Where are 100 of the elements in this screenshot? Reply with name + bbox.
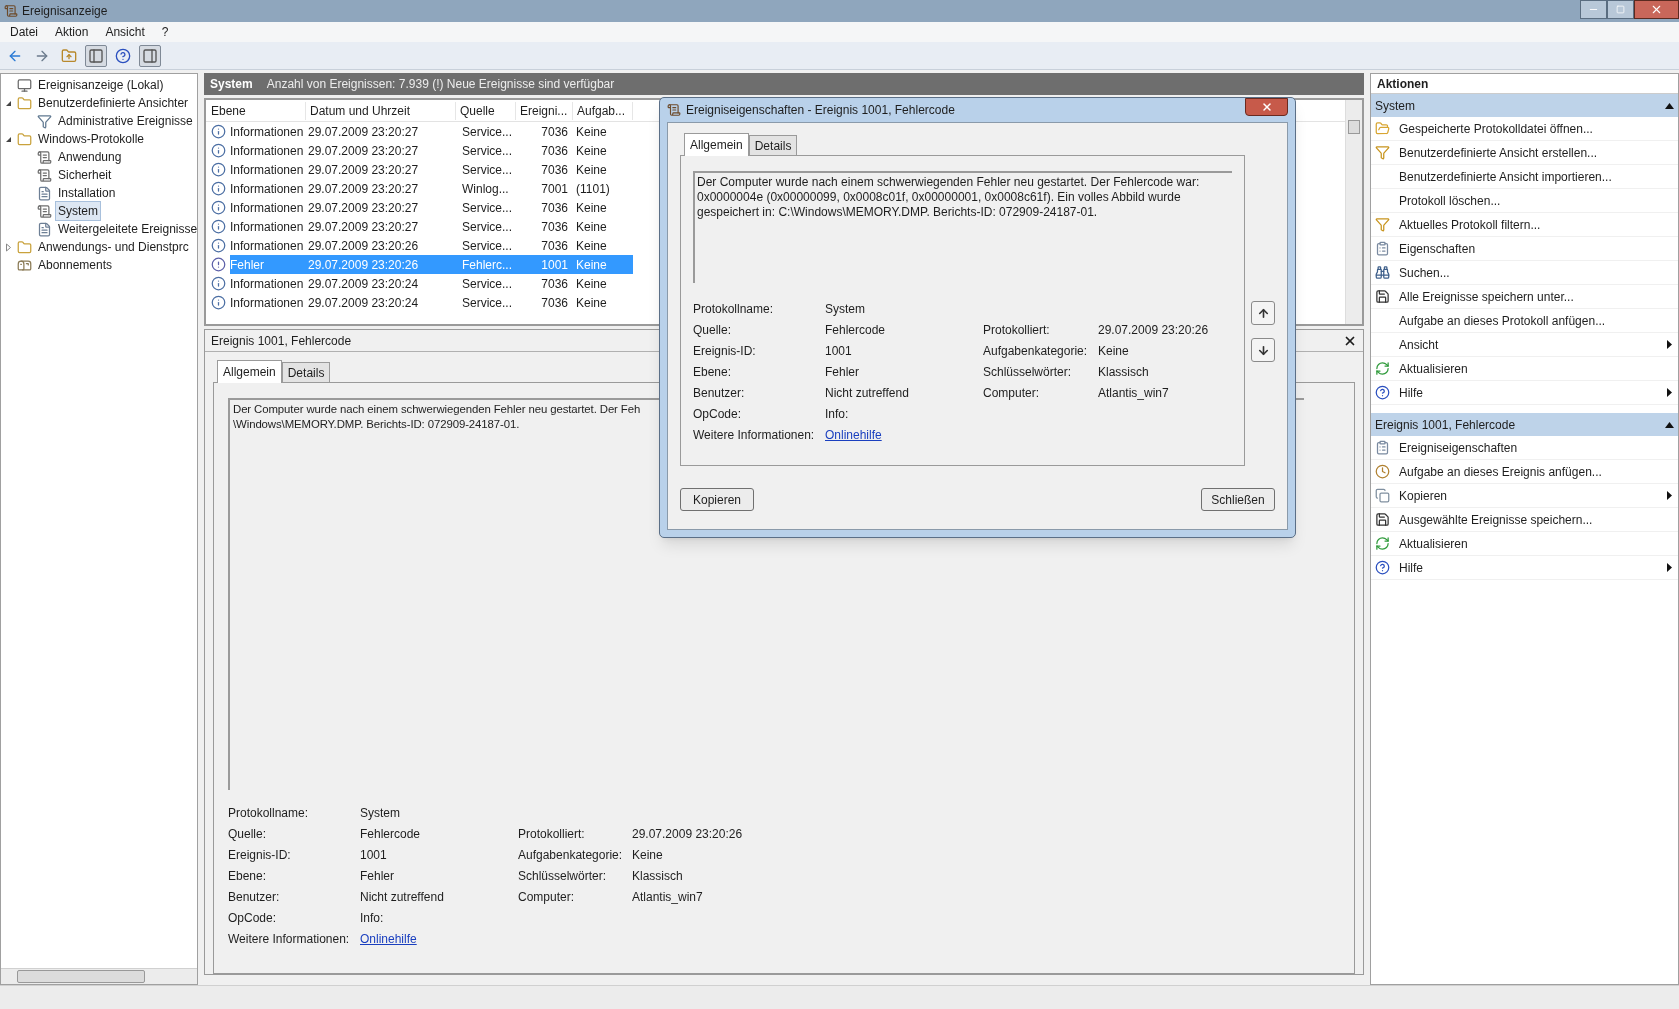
- app-icon: [667, 103, 681, 117]
- expand-icon[interactable]: [4, 242, 13, 252]
- section-header[interactable]: Ereignis 1001, Fehlercode: [1371, 413, 1678, 436]
- field-label: Protokollname:: [228, 804, 310, 822]
- table-row[interactable]: Informationen 29.07.2009 23:20:24 Service... 7036 Keine: [230, 274, 633, 293]
- column-header[interactable]: Ebene: [206, 101, 306, 120]
- tree-item[interactable]: Abonnements: [35, 255, 116, 275]
- folder-icon: [17, 95, 32, 111]
- tree-item[interactable]: Windows-Protokolle: [35, 129, 148, 149]
- action-item[interactable]: Ansicht: [1399, 335, 1667, 354]
- field-value: Nicht zutreffend: [825, 384, 910, 402]
- field-value: Fehlercode: [360, 825, 422, 843]
- table-cell-text: 7036: [540, 294, 568, 312]
- table-row[interactable]: Informationen 29.07.2009 23:20:27 Service... 7036 Keine: [230, 198, 633, 217]
- action-item[interactable]: Aktualisieren: [1399, 359, 1672, 378]
- field-value: Info:: [825, 405, 850, 423]
- table-cell-text: Service...: [461, 294, 513, 312]
- toolbar-button[interactable]: [139, 44, 161, 67]
- field-value: 29.07.2009 23:20:26: [1098, 321, 1209, 339]
- restore-button[interactable]: [1607, 0, 1634, 19]
- action-item[interactable]: Aufgabe an dieses Protokoll anfügen...: [1399, 311, 1672, 330]
- table-row[interactable]: Informationen 29.07.2009 23:20:27 Service... 7036 Keine: [230, 160, 633, 179]
- action-item[interactable]: Ereigniseigenschaften: [1399, 438, 1672, 457]
- action-item[interactable]: Suchen...: [1399, 263, 1672, 282]
- close-icon: [1650, 3, 1663, 16]
- table-row[interactable]: Informationen 29.07.2009 23:20:27 Service... 7036 Keine: [230, 141, 633, 160]
- properties-icon: [1375, 440, 1390, 455]
- action-item[interactable]: Ausgewählte Ereignisse speichern...: [1399, 510, 1672, 529]
- column-header[interactable]: Aufgab...: [573, 101, 633, 120]
- tree-item[interactable]: Benutzerdefinierte Ansichter: [35, 93, 192, 113]
- section-header[interactable]: System: [1371, 94, 1678, 117]
- table-row[interactable]: Informationen 29.07.2009 23:20:27 Winlog... 7001 (1101): [230, 179, 633, 198]
- minimize-button[interactable]: [1580, 0, 1607, 19]
- tree-item[interactable]: Anwendung: [55, 147, 125, 167]
- tab[interactable]: Details: [281, 362, 331, 382]
- scroll-thumb[interactable]: [17, 970, 145, 983]
- action-item[interactable]: Kopieren: [1399, 486, 1667, 505]
- table-row[interactable]: Informationen 29.07.2009 23:20:27 Service... 7036 Keine: [230, 122, 633, 141]
- tree-item[interactable]: Installation: [55, 183, 119, 203]
- menu-item[interactable]: Aktion: [55, 23, 89, 41]
- action-item[interactable]: Aktuelles Protokoll filtern...: [1399, 215, 1672, 234]
- dialog-title: Ereigniseigenschaften - Ereignis 1001, Fehlercode: [686, 102, 955, 119]
- funnel-icon: [1375, 217, 1390, 232]
- action-item[interactable]: Alle Ereignisse speichern unter...: [1399, 287, 1672, 306]
- tree-item[interactable]: Ereignisanzeige (Lokal): [35, 75, 167, 95]
- table-row[interactable]: Informationen 29.07.2009 23:20:26 Service... 7036 Keine: [230, 236, 633, 255]
- table-cell-text: Service...: [461, 199, 513, 217]
- tree-item[interactable]: Sicherheit: [55, 165, 115, 185]
- tree-item[interactable]: Administrative Ereignisse: [55, 111, 196, 131]
- field-label: OpCode:: [693, 405, 743, 423]
- next-button[interactable]: [1251, 338, 1275, 362]
- computer-icon: [17, 77, 32, 93]
- table-cell-text: (1101): [575, 180, 611, 198]
- tree-item[interactable]: Anwendungs- und Dienstprc: [35, 237, 192, 257]
- copy-button[interactable]: Kopieren: [680, 488, 754, 511]
- close-button[interactable]: [1245, 98, 1288, 116]
- scroll-thumb[interactable]: [1348, 120, 1360, 134]
- field-value: Info:: [360, 909, 385, 927]
- table-cell-text: Informationen: [230, 161, 305, 179]
- menu-item[interactable]: Datei: [10, 23, 38, 41]
- field-label: Aufgabenkategorie:: [518, 846, 624, 864]
- vertical-scrollbar[interactable]: [1345, 100, 1362, 324]
- tab[interactable]: Allgemein: [217, 360, 282, 383]
- action-item[interactable]: Gespeicherte Protokolldatei öffnen...: [1399, 119, 1672, 138]
- action-item[interactable]: Eigenschaften: [1399, 239, 1672, 258]
- tab[interactable]: Allgemein: [684, 133, 749, 156]
- action-item[interactable]: Aufgabe an dieses Ereignis anfügen...: [1399, 462, 1672, 481]
- table-row[interactable]: Informationen 29.07.2009 23:20:27 Service... 7036 Keine: [230, 217, 633, 236]
- help-link[interactable]: Onlinehilfe: [360, 929, 417, 948]
- save-icon: [1375, 289, 1390, 304]
- table-row[interactable]: Informationen 29.07.2009 23:20:24 Service... 7036 Keine: [230, 293, 633, 312]
- menu-item[interactable]: ?: [161, 23, 169, 41]
- action-item[interactable]: Protokoll löschen...: [1399, 191, 1672, 210]
- table-cell-text: 1001: [540, 256, 568, 274]
- tree-item[interactable]: Weitergeleitete Ereignisse: [55, 219, 197, 239]
- info-icon: [210, 162, 226, 177]
- toolbar-button[interactable]: [85, 44, 107, 67]
- column-header[interactable]: Ereigni...: [516, 101, 573, 120]
- help-link[interactable]: Onlinehilfe: [825, 425, 882, 444]
- action-item[interactable]: Hilfe: [1399, 558, 1667, 577]
- action-item[interactable]: Aktualisieren: [1399, 534, 1672, 553]
- field-label: Benutzer:: [228, 888, 281, 906]
- field-label: Protokolliert:: [518, 825, 586, 843]
- menu-item[interactable]: Ansicht: [105, 23, 145, 41]
- table-cell-text: Keine: [575, 218, 608, 236]
- column-header[interactable]: Quelle: [456, 101, 516, 120]
- field-value: Atlantis_win7: [1098, 384, 1169, 402]
- action-item[interactable]: Benutzerdefinierte Ansicht erstellen...: [1399, 143, 1672, 162]
- field-label: Ereignis-ID:: [693, 342, 757, 360]
- close-dialog-button[interactable]: Schließen: [1201, 488, 1275, 511]
- folder-icon: [17, 239, 32, 255]
- help-icon: [115, 47, 131, 64]
- column-header[interactable]: Datum und Uhrzeit: [306, 101, 456, 120]
- tree-item[interactable]: System: [55, 201, 101, 221]
- horizontal-scrollbar[interactable]: [1, 968, 197, 984]
- tab[interactable]: Details: [748, 135, 798, 155]
- close-button[interactable]: [1634, 0, 1679, 19]
- action-item[interactable]: Benutzerdefinierte Ansicht importieren...: [1399, 167, 1672, 186]
- previous-button[interactable]: [1251, 301, 1275, 325]
- action-item[interactable]: Hilfe: [1399, 383, 1667, 402]
